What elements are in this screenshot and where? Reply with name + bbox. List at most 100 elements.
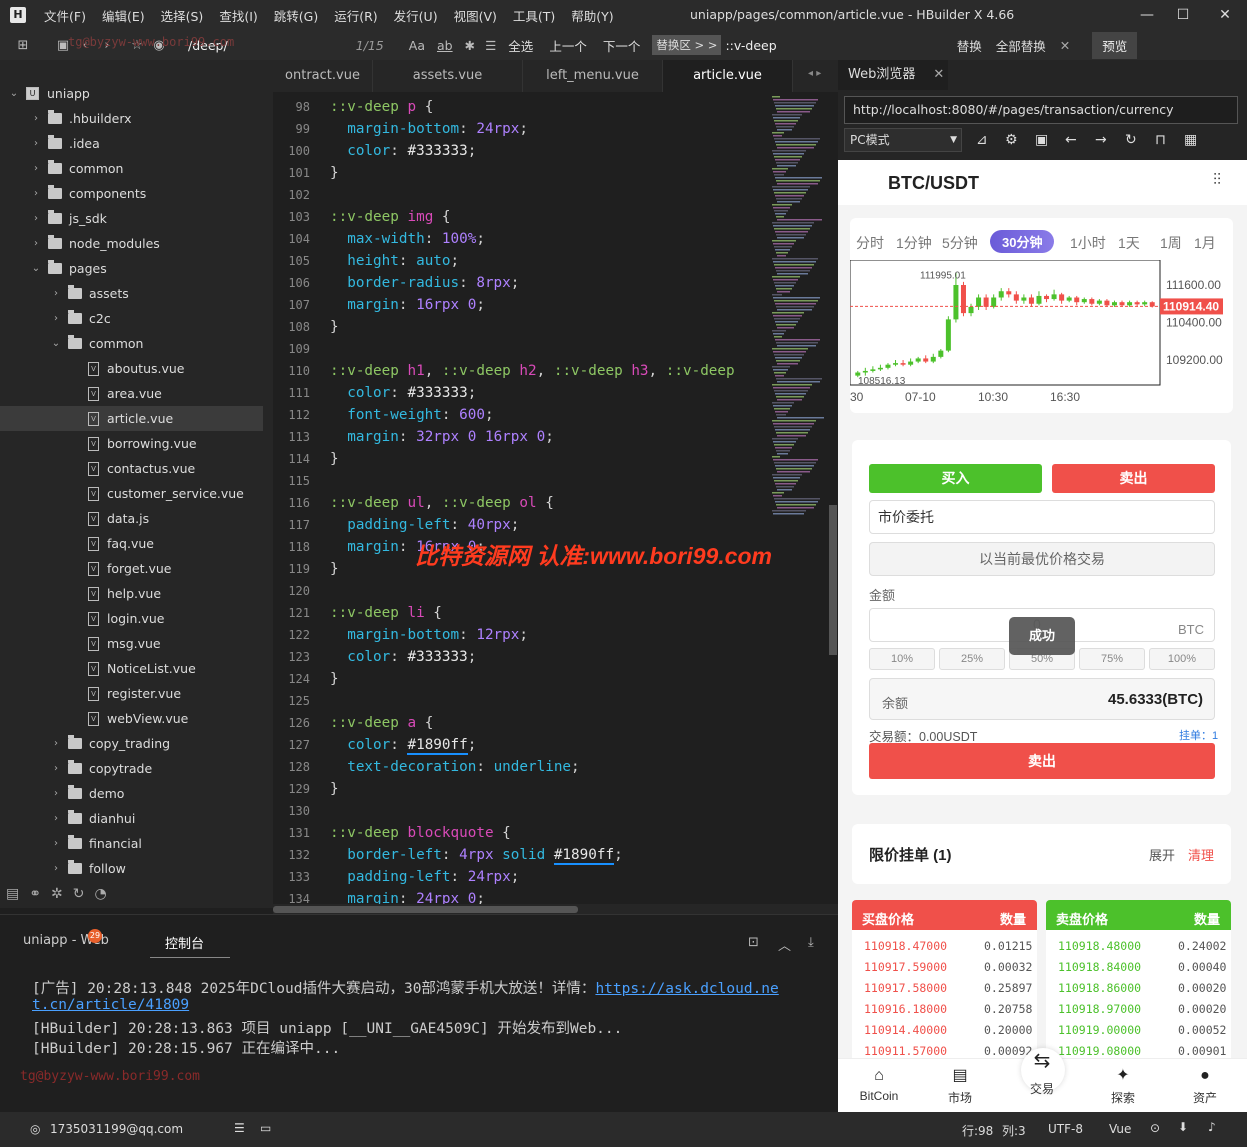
tree-item[interactable]: › .hbuilderx [30,106,132,131]
chevron-right-icon[interactable]: › [50,806,62,831]
explorer-icon[interactable]: ▤ [6,886,19,902]
menu-item-5[interactable]: 运行(R) [326,6,385,25]
tab-web-browser[interactable]: Web浏览器 ✕ [838,60,948,90]
close-find-icon[interactable]: ✕ [1060,38,1070,53]
tree-item[interactable]: › .idea [30,131,100,156]
sell-tab-button[interactable]: 卖出 [1052,464,1215,493]
back-arrow-icon[interactable]: ← [1065,132,1077,148]
menu-item-2[interactable]: 选择(S) [153,6,212,25]
buy-tab-button[interactable]: 买入 [869,464,1042,493]
chevron-right-icon[interactable]: › [50,306,62,331]
chevron-right-icon[interactable]: › [50,756,62,781]
clear-console-icon[interactable]: ⤓ [808,935,814,950]
tree-item[interactable]: › assets [50,281,129,306]
console-link[interactable]: t.cn/article/41809 [32,997,189,1013]
menu-item-1[interactable]: 编辑(E) [94,6,153,25]
tree-item[interactable]: ⌄ pages [30,256,107,281]
chevron-right-icon[interactable]: › [50,281,62,306]
search-icon[interactable]: ⊙ [1150,1121,1160,1135]
menu-item-4[interactable]: 跳转(G) [266,6,326,25]
tree-item[interactable]: › common [30,156,123,181]
chevron-down-icon[interactable]: ⌄ [8,81,20,106]
terminal-icon[interactable]: ▭ [260,1121,271,1135]
tree-item[interactable]: Vcontactus.vue [88,456,195,481]
period-tab[interactable]: 1周 [1160,233,1182,253]
settings-icon[interactable]: ⚙ [1005,132,1018,148]
tree-item[interactable]: Vfaq.vue [88,531,154,556]
chevron-right-icon[interactable]: › [50,831,62,856]
user-icon[interactable]: ◎ [30,1122,40,1136]
regex-icon[interactable]: ✱ [465,38,475,53]
palette-icon[interactable]: ◔ [94,886,106,902]
menu-item-3[interactable]: 查找(I) [211,6,265,25]
period-tab[interactable]: 1小时 [1070,233,1106,253]
close-button[interactable]: ✕ [1205,0,1245,30]
chevron-down-icon[interactable]: ⌄ [50,331,62,356]
chevron-down-icon[interactable]: ⌄ [30,256,42,281]
menu-item-0[interactable]: 文件(F) [36,6,94,25]
code-area[interactable]: ::v-deep p { margin-bottom: 24rpx; color… [330,96,768,904]
device-mode-select[interactable]: PC模式 ▼ [844,128,962,152]
nav-item[interactable]: ⇆ 交易 [1012,1051,1072,1097]
preview-button[interactable]: 预览 [1092,31,1138,59]
tree-item[interactable]: Vhelp.vue [88,581,161,606]
url-bar[interactable]: http://localhost:8080/#/pages/transactio… [844,96,1238,124]
tree-item[interactable]: › components [30,181,146,206]
editor-horizontal-scrollbar[interactable] [273,904,838,914]
console-icon[interactable]: ▣ [1035,132,1048,148]
chevron-right-icon[interactable]: › [30,181,42,206]
order-type-select[interactable]: 市价委托 [869,500,1215,534]
percent-button[interactable]: 75% [1079,648,1145,670]
chevron-right-icon[interactable]: › [30,231,42,256]
tab-scroll-icon[interactable]: ◂ ▸ [808,68,821,79]
sliders-icon[interactable]: ⫶⫶ [1213,172,1221,190]
whole-word-icon[interactable]: ab [437,38,453,53]
tree-item[interactable]: Vdata.js [88,506,149,531]
period-tab[interactable]: 1天 [1118,233,1140,253]
replace-button[interactable]: 替换 [957,36,982,55]
file-encoding[interactable]: UTF-8 [1048,1122,1083,1136]
period-tab[interactable]: 分时 [856,233,884,253]
chevron-right-icon[interactable]: › [50,731,62,756]
tab-file[interactable]: ontract.vue [273,60,373,92]
replace-zone-toggle[interactable]: 替换区 > > [652,35,722,55]
tree-item[interactable]: › dianhui [50,806,135,831]
tree-item[interactable]: › follow [50,856,126,881]
tree-item[interactable]: Vmsg.vue [88,631,161,656]
tree-item[interactable]: Vborrowing.vue [88,431,197,456]
period-tab[interactable]: 5分钟 [942,233,978,253]
pair-title[interactable]: BTC/USDT [888,173,979,194]
lock-icon[interactable]: ⊓ [1155,132,1166,148]
percent-button[interactable]: 25% [939,648,1005,670]
period-tab[interactable]: 1月 [1194,233,1216,253]
chevron-right-icon[interactable]: › [30,106,42,131]
chevron-right-icon[interactable]: › [30,131,42,156]
menu-item-9[interactable]: 帮助(Y) [563,6,621,25]
tree-item[interactable]: Vregister.vue [88,681,181,706]
tree-item[interactable]: › node_modules [30,231,160,256]
chevron-right-icon[interactable]: › [30,206,42,231]
tree-item[interactable]: › demo [50,781,124,806]
period-tab[interactable]: 1分钟 [896,233,932,253]
tab-file[interactable]: article.vue [663,60,793,92]
chevron-right-icon[interactable]: › [30,156,42,181]
period-tab[interactable]: 30分钟 [990,230,1055,253]
tree-item[interactable]: Vforget.vue [88,556,171,581]
tree-item[interactable]: Varea.vue [88,381,162,406]
percent-button[interactable]: 10% [869,648,935,670]
tab-file[interactable]: assets.vue [373,60,523,92]
source-control-icon[interactable]: ↻ [73,886,85,902]
nav-item[interactable]: ✦ 探索 [1093,1067,1153,1106]
list-icon[interactable]: ☰ [485,38,496,53]
editor-vertical-scrollbar[interactable] [829,505,837,655]
select-all-button[interactable]: 全选 [508,36,533,55]
tree-item[interactable]: Vaboutus.vue [88,356,184,381]
console-link[interactable]: https://ask.dcloud.ne [595,981,778,997]
next-match-button[interactable]: 下一个 [603,36,641,55]
pending-count[interactable]: 挂单：1 [1179,727,1218,743]
nav-item[interactable]: ▤ 市场 [930,1067,990,1106]
tree-item[interactable]: › copy_trading [50,731,170,756]
binoculars-icon[interactable]: ⚭ [29,886,41,902]
bell-icon[interactable]: ♪ [1208,1120,1216,1134]
refresh-icon[interactable]: ↻ [1125,132,1137,148]
